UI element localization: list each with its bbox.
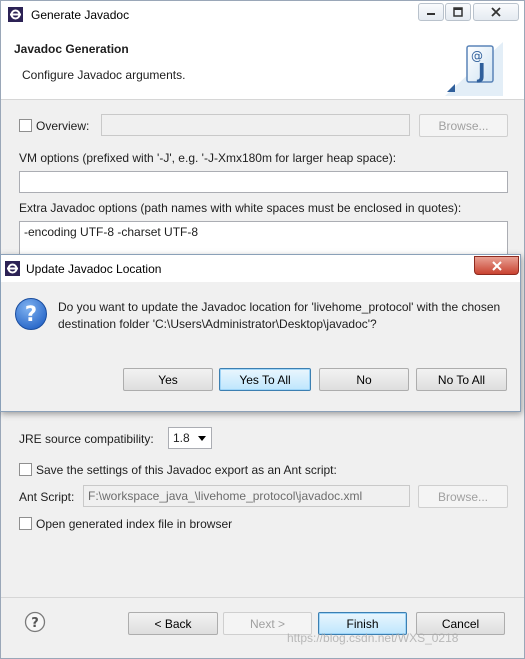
window-title: Generate Javadoc bbox=[31, 8, 130, 22]
button-bar-divider bbox=[1, 597, 524, 598]
no-button[interactable]: No bbox=[319, 368, 409, 391]
javadoc-icon: @ J bbox=[445, 42, 503, 96]
eclipse-icon bbox=[5, 261, 20, 276]
overview-label: Overview: bbox=[36, 119, 90, 133]
watermark: https://blog.csdn.net/WXS_0218 bbox=[287, 631, 459, 645]
update-javadoc-location-dialog: Update Javadoc Location ? Do you want to… bbox=[0, 254, 521, 412]
overview-checkbox[interactable] bbox=[19, 119, 32, 132]
back-button[interactable]: < Back bbox=[128, 612, 218, 635]
minimize-icon bbox=[427, 13, 435, 15]
dialog-message: Do you want to update the Javadoc locati… bbox=[58, 300, 501, 331]
jre-compat-label: JRE source compatibility: bbox=[19, 432, 154, 446]
wizard-header: Javadoc Generation Configure Javadoc arg… bbox=[1, 28, 524, 100]
svg-text:?: ? bbox=[31, 616, 39, 631]
extra-options-label: Extra Javadoc options (path names with w… bbox=[19, 201, 462, 215]
ant-script-field[interactable]: F:\workspace_java_\livehome_protocol\jav… bbox=[83, 485, 410, 507]
yes-button[interactable]: Yes bbox=[123, 368, 213, 391]
close-icon bbox=[491, 7, 501, 17]
vm-options-label: VM options (prefixed with '-J', e.g. '-J… bbox=[19, 151, 397, 165]
chevron-down-icon bbox=[198, 436, 206, 441]
open-index-checkbox[interactable] bbox=[19, 517, 32, 530]
question-icon: ? bbox=[15, 298, 47, 330]
jre-compat-select[interactable]: 1.8 bbox=[168, 427, 212, 449]
wizard-page-description: Configure Javadoc arguments. bbox=[22, 68, 186, 82]
help-icon[interactable]: ? bbox=[24, 611, 46, 633]
eclipse-icon bbox=[8, 7, 23, 22]
maximize-icon bbox=[453, 7, 463, 17]
svg-text:?: ? bbox=[25, 302, 37, 326]
window-titlebar: Generate Javadoc bbox=[1, 1, 524, 28]
no-to-all-button[interactable]: No To All bbox=[416, 368, 507, 391]
maximize-button[interactable] bbox=[445, 3, 471, 21]
yes-to-all-button[interactable]: Yes To All bbox=[219, 368, 311, 391]
dialog-title: Update Javadoc Location bbox=[26, 262, 162, 276]
save-ant-label: Save the settings of this Javadoc export… bbox=[36, 463, 337, 477]
dialog-titlebar: Update Javadoc Location bbox=[1, 255, 520, 282]
save-ant-checkbox[interactable] bbox=[19, 463, 32, 476]
close-button[interactable] bbox=[473, 3, 519, 21]
minimize-button[interactable] bbox=[418, 3, 444, 21]
dialog-close-button[interactable] bbox=[474, 256, 519, 275]
vm-options-field[interactable] bbox=[19, 171, 508, 193]
close-icon bbox=[491, 260, 502, 271]
ant-script-label: Ant Script: bbox=[19, 490, 75, 504]
jre-compat-value: 1.8 bbox=[173, 431, 190, 445]
wizard-page-title: Javadoc Generation bbox=[14, 42, 129, 56]
open-index-label: Open generated index file in browser bbox=[36, 517, 233, 531]
overview-browse-button[interactable]: Browse... bbox=[419, 114, 508, 137]
overview-field[interactable] bbox=[101, 114, 410, 136]
ant-browse-button[interactable]: Browse... bbox=[418, 485, 508, 508]
svg-text:J: J bbox=[476, 59, 485, 83]
